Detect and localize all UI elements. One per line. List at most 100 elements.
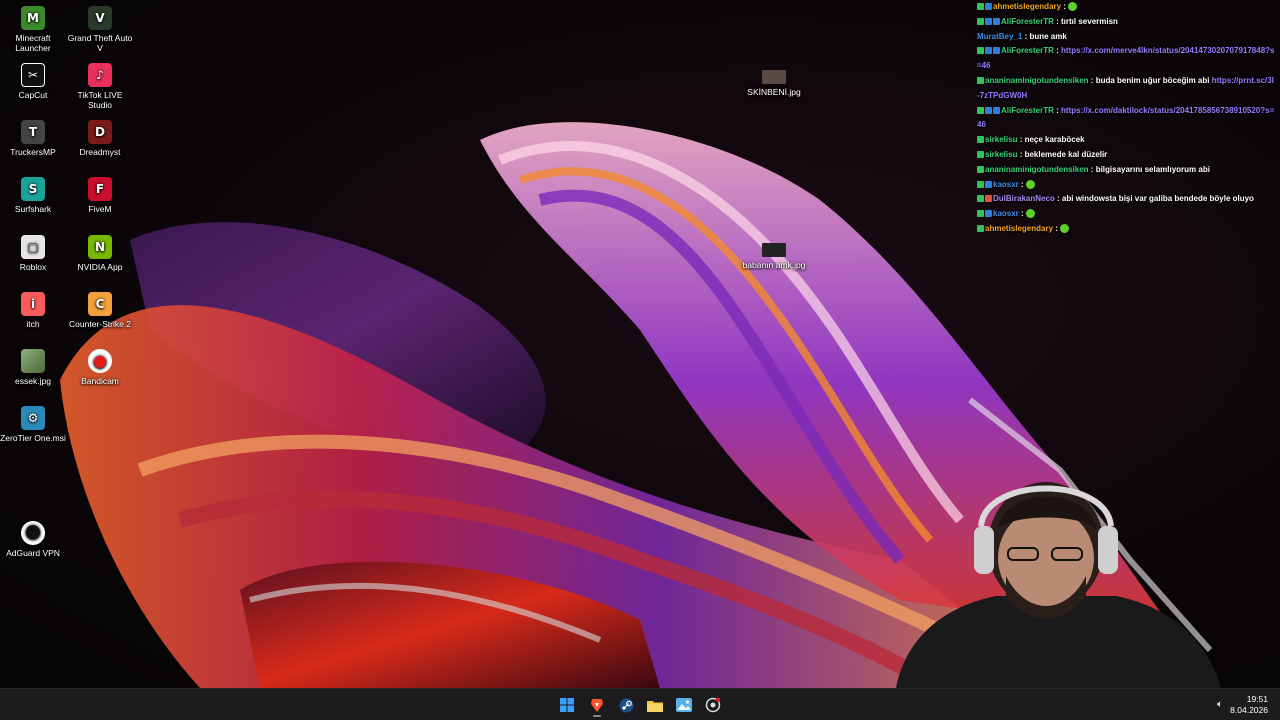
desktop-icon-label: TruckersMP — [10, 147, 56, 157]
tiktok-live-icon: ♪ — [88, 63, 112, 87]
desktop-icon-label: essek.jpg — [15, 376, 51, 386]
folder-icon — [647, 699, 663, 712]
desktop-icon-label: babanın amk.jpg — [742, 260, 806, 270]
desktop-icon-label: Grand Theft Auto V — [67, 33, 133, 53]
desktop-icon-capcut[interactable]: ✂ CapCut — [0, 63, 66, 100]
chat-username: ahmetislegendary — [985, 223, 1054, 233]
other-badge-icon — [985, 195, 992, 203]
windows-icon — [560, 698, 574, 712]
chat-username: AliForesterTR — [1001, 105, 1054, 115]
emote-icon — [1068, 2, 1078, 11]
chat-separator: : — [1053, 16, 1062, 26]
sub-badge-icon — [985, 47, 992, 55]
desktop-icon-label: AdGuard VPN — [6, 548, 60, 558]
chat-message: kaosxr : — [975, 178, 1275, 193]
mod-badge-icon — [977, 17, 984, 25]
emote-icon — [1060, 223, 1070, 233]
chat-separator: : — [1018, 179, 1026, 189]
chat-text: neçe karaböcek — [1024, 135, 1085, 145]
desktop-icon-adguard-vpn[interactable]: ☻ AdGuard VPN — [0, 521, 66, 558]
chat-username: AliForesterTR — [1001, 46, 1054, 56]
desktop-icon-dreadmyst[interactable]: D Dreadmyst — [67, 120, 133, 157]
chat-username: ananinaminigotundensiken — [985, 164, 1089, 174]
mod-badge-icon — [977, 106, 984, 114]
desktop-icon-skinbeni-jpg[interactable]: SKİNBENİ.jpg — [741, 60, 807, 97]
desktop-icon-nvidia-app[interactable]: N NVIDIA App — [67, 235, 133, 272]
chat-separator: : — [1053, 46, 1062, 56]
chat-username: ananinaminigotundensiken — [985, 75, 1089, 85]
desktop-icon-surfshark[interactable]: S Surfshark — [0, 177, 66, 214]
taskbar-steam[interactable] — [613, 693, 639, 717]
desktop-icon-label: FiveM — [88, 204, 112, 214]
desktop-icon-label: ZeroTier One.msi — [0, 433, 66, 443]
clock-date: 8.04.2026 — [1230, 705, 1268, 715]
brave-icon — [590, 698, 604, 713]
image-file-icon — [762, 70, 786, 84]
chat-separator: : — [1088, 75, 1096, 85]
chat-username: kaosxr — [993, 179, 1019, 189]
sub-badge-icon — [985, 180, 992, 188]
taskbar-photos[interactable] — [671, 693, 697, 717]
desktop-icon-truckersmp[interactable]: T TruckersMP — [0, 120, 66, 157]
image-file-icon — [21, 349, 45, 373]
mod-badge-icon — [977, 180, 984, 188]
desktop-icon-tiktok-live-studio[interactable]: ♪ TikTok LIVE Studio — [67, 63, 133, 110]
chat-message: AliForesterTR : https://x.com/merve4lkn/… — [975, 44, 1275, 74]
desktop-icon-label: NVIDIA App — [77, 262, 123, 272]
mod-badge-icon — [977, 224, 984, 232]
mod-badge-icon — [977, 195, 984, 203]
desktop: M Minecraft Launcher V Grand Theft Auto … — [0, 0, 1280, 688]
chat-separator: : — [1061, 2, 1069, 11]
taskbar-brave[interactable] — [584, 693, 610, 717]
emote-icon — [1025, 209, 1035, 219]
bandicam-icon: ● — [88, 349, 112, 373]
desktop-icon-essek-jpg[interactable]: essek.jpg — [0, 349, 66, 386]
speaker-icon[interactable]: 🔈︎ — [1217, 699, 1223, 710]
desktop-icon-label: Roblox — [19, 262, 47, 272]
chat-username: sirkelisu — [985, 135, 1018, 145]
chat-message: AliForesterTR : https://x.com/daktilock/… — [975, 104, 1275, 134]
desktop-icon-minecraft-launcher[interactable]: M Minecraft Launcher — [0, 6, 66, 53]
desktop-icon-fivem[interactable]: F FiveM — [67, 177, 133, 214]
chat-message: AliForesterTR : tırtıl severmisn — [975, 15, 1275, 30]
chat-text: buda benim uğur böceğim abi — [1095, 75, 1210, 85]
minecraft-icon: M — [21, 6, 45, 30]
desktop-icon-gta-v[interactable]: V Grand Theft Auto V — [67, 6, 133, 53]
desktop-icon-itch[interactable]: i itch — [0, 292, 66, 329]
mod-badge-icon — [977, 76, 984, 84]
chat-username: AliForesterTR — [1001, 16, 1054, 26]
taskbar-clock[interactable]: 19:51 8.04.2026 — [1230, 694, 1268, 716]
gta-icon: V — [88, 6, 112, 30]
desktop-icon-label: Counter-Strike 2 — [69, 319, 131, 329]
desktop-icon-bandicam[interactable]: ● Bandicam — [67, 349, 133, 386]
counter-strike-icon: C — [88, 292, 112, 316]
mod-badge-icon — [977, 47, 984, 55]
taskbar-file-explorer[interactable] — [642, 693, 668, 717]
desktop-icon-label: itch — [26, 319, 40, 329]
chat-text: abi windowsta bişi var galiba bendede bö… — [1061, 194, 1254, 204]
adguard-vpn-icon: ☻ — [21, 521, 45, 545]
desktop-icon-zerotier-one-msi[interactable]: ⚙ ZeroTier One.msi — [0, 406, 66, 443]
stream-chat-overlay: ahmetislegendary : AliForesterTR : tırtı… — [975, 0, 1275, 237]
sub-badge-icon — [985, 3, 992, 10]
desktop-icon-roblox[interactable]: ▢ Roblox — [0, 235, 66, 272]
desktop-icon-label: SKİNBENİ.jpg — [747, 87, 801, 97]
chat-separator: : — [1088, 164, 1096, 174]
chat-message: ananinaminigotundensiken : bilgisayarını… — [975, 163, 1275, 178]
chat-message: DulBirakanNeco : abi windowsta bişi var … — [975, 192, 1275, 207]
chat-separator: : — [1018, 209, 1026, 219]
taskbar-obs[interactable] — [700, 693, 726, 717]
chat-text: tırtıl severmisn — [1061, 16, 1118, 26]
mod-badge-icon — [977, 165, 984, 173]
chat-username: kaosxr — [993, 209, 1019, 219]
chat-text: bilgisayarını selamlıyorum abi — [1095, 164, 1210, 174]
desktop-icon-babanin-amk-jpg[interactable]: babanın amk.jpg — [741, 233, 807, 270]
sub-badge-icon — [993, 47, 1000, 55]
chat-username: DulBirakanNeco — [993, 194, 1055, 204]
desktop-icon-counter-strike-2[interactable]: C Counter-Strike 2 — [67, 292, 133, 329]
start-button[interactable] — [554, 693, 580, 717]
sub-badge-icon — [985, 106, 992, 114]
installer-icon: ⚙ — [21, 406, 45, 430]
desktop-icon-label: Bandicam — [81, 376, 119, 386]
desktop-icon-label: Minecraft Launcher — [15, 33, 51, 53]
